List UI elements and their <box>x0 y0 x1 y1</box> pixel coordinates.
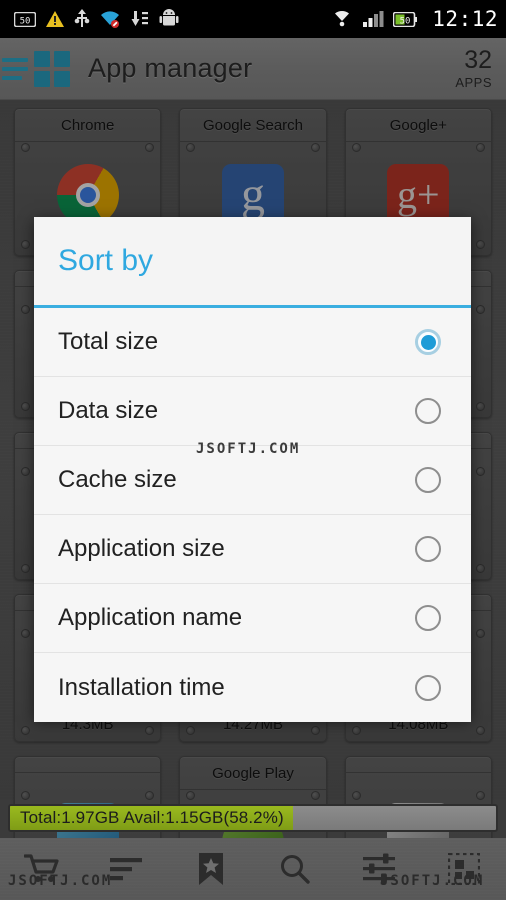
sort-option-radio[interactable] <box>415 605 441 631</box>
nav-cart-button[interactable] <box>11 843 73 895</box>
sort-option-radio[interactable] <box>415 674 441 701</box>
bottom-nav <box>0 838 506 900</box>
warning-triangle-icon <box>46 11 64 27</box>
battery-icon: 50 <box>393 11 418 27</box>
sort-option-label: Cache size <box>58 466 177 493</box>
wifi-off-icon <box>101 11 119 28</box>
usb-debug-icon <box>74 9 90 27</box>
action-bar: App manager 32 APPS <box>0 38 506 100</box>
cart-icon <box>24 854 59 882</box>
sort-option-label: Installation time <box>58 673 225 701</box>
sort-option-radio[interactable] <box>415 398 441 424</box>
svg-text:50: 50 <box>400 16 411 26</box>
android-robot-icon <box>159 9 179 26</box>
download-icon <box>131 11 148 26</box>
sort-options-list: Total size Data size Cache size Application… <box>34 308 471 722</box>
grid-icon[interactable] <box>34 50 70 87</box>
sort-option-row[interactable]: Installation time <box>34 653 471 722</box>
svg-text:50: 50 <box>20 16 31 26</box>
select-grid-icon <box>447 853 480 885</box>
status-bar-left-icons: 50 <box>8 9 331 29</box>
sort-option-label: Data size <box>58 397 159 424</box>
signal-bars-icon <box>363 11 384 27</box>
sort-option-radio[interactable] <box>415 467 441 493</box>
sliders-icon <box>363 853 396 884</box>
sort-option-radio[interactable] <box>415 536 441 562</box>
app-count: 32 APPS <box>455 46 492 90</box>
sort-option-row[interactable]: Application size <box>34 515 471 584</box>
sort-by-dialog: Sort by Total size Data size Cache size App… <box>34 217 471 722</box>
nav-sort-button[interactable] <box>95 843 157 895</box>
sort-option-label: Application name <box>58 604 243 631</box>
dialog-title: Sort by <box>58 244 154 277</box>
page-title: App manager <box>88 53 253 83</box>
battery-50-icon: 50 <box>14 11 36 27</box>
sort-option-radio[interactable] <box>415 329 441 355</box>
sort-icon <box>110 858 143 881</box>
search-icon <box>281 855 310 884</box>
status-bar: 50 50 12:12 <box>0 0 506 38</box>
status-bar-clock: 12:12 <box>432 7 498 31</box>
sort-option-row[interactable]: Application name <box>34 584 471 653</box>
sort-option-label: Application size <box>58 535 225 562</box>
nav-settings-button[interactable] <box>348 843 410 895</box>
app-count-number: 32 <box>464 46 492 74</box>
wifi-icon <box>335 10 350 27</box>
storage-bar-label: Total:1.97GB Avail:1.15GB(58.2%) <box>20 808 284 827</box>
nav-search-button[interactable] <box>264 843 326 895</box>
hamburger-icon[interactable] <box>2 57 28 80</box>
app-count-label: APPS <box>455 75 492 90</box>
nav-select-button[interactable] <box>433 843 495 895</box>
bookmark-star-icon <box>198 853 223 885</box>
sort-option-row[interactable]: Cache size <box>34 446 471 515</box>
status-bar-right-icons: 50 12:12 <box>331 7 498 31</box>
nav-bookmark-button[interactable] <box>180 843 242 895</box>
phone-screen: 50 50 12:12 App manager 32 APPS Chrome G… <box>0 0 506 900</box>
storage-bar: Total:1.97GB Avail:1.15GB(58.2%) <box>8 804 498 832</box>
sort-option-label: Total size <box>58 328 159 355</box>
sort-option-row[interactable]: Data size <box>34 377 471 446</box>
sort-option-row[interactable]: Total size <box>34 308 471 377</box>
